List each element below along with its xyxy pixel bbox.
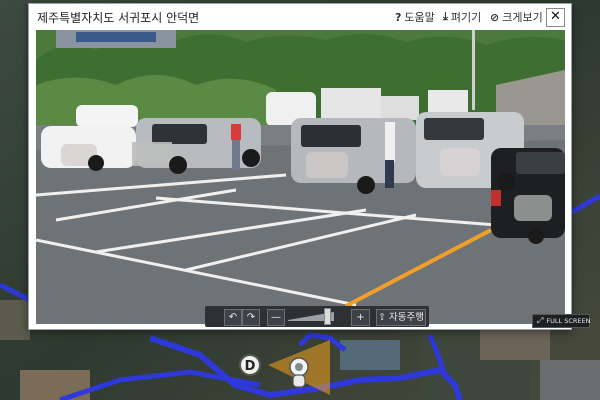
enlarge-button[interactable]: ⊘ 크게보기 bbox=[490, 9, 543, 25]
auto-drive-button[interactable]: ⇧ 자동주행 bbox=[376, 309, 426, 326]
zoom-in-button[interactable]: + bbox=[351, 309, 370, 326]
zoom-out-button[interactable]: — bbox=[267, 309, 285, 326]
download-icon: ⤓ bbox=[443, 10, 448, 23]
rotate-left-button[interactable]: ↶ bbox=[224, 309, 242, 326]
help-icon: ? bbox=[395, 10, 402, 24]
fullscreen-button[interactable]: ⤢ FULL SCREEN bbox=[532, 314, 590, 328]
popup-header: 제주특별자치도 서귀포시 안덕면 ? 도움말 ⤓ 펴기기 ⊘ 크게보기 ✕ bbox=[29, 4, 571, 30]
roadview-popup: 제주특별자치도 서귀포시 안덕면 ? 도움말 ⤓ 펴기기 ⊘ 크게보기 ✕ ↶ … bbox=[28, 3, 590, 330]
zoom-slider-handle[interactable] bbox=[324, 308, 331, 325]
roadview-photo[interactable] bbox=[36, 30, 565, 324]
roadview-control-bar: ↶ ↷ — + ⇧ 자동주행 bbox=[205, 306, 429, 327]
roadview-person-icon[interactable] bbox=[286, 356, 312, 390]
map-marker-d[interactable]: D bbox=[239, 354, 261, 376]
fullscreen-label: FULL SCREEN bbox=[546, 317, 591, 325]
enlarge-label: 크게보기 bbox=[502, 11, 543, 24]
rotate-right-button[interactable]: ↷ bbox=[242, 309, 260, 326]
expand-button[interactable]: ⤓ 펴기기 bbox=[443, 9, 481, 25]
close-button[interactable]: ✕ bbox=[546, 8, 565, 27]
help-button[interactable]: ? 도움말 bbox=[395, 9, 435, 25]
link-icon: ⊘ bbox=[490, 10, 500, 24]
popup-title: 제주특별자치도 서귀포시 안덕면 bbox=[37, 11, 200, 25]
expand-label: 펴기기 bbox=[450, 11, 482, 24]
fullscreen-icon: ⤢ bbox=[537, 316, 544, 325]
help-label: 도움말 bbox=[404, 11, 435, 24]
